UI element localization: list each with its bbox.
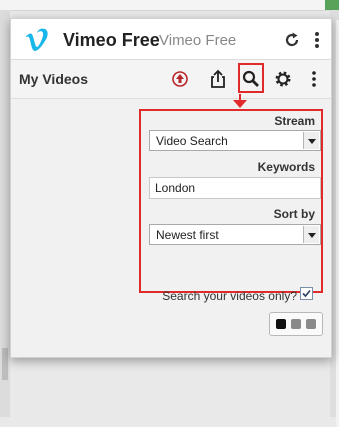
scroll-marker	[2, 348, 8, 380]
upload-circle-icon[interactable]	[167, 66, 193, 92]
keywords-label: Keywords	[257, 160, 315, 174]
title-bar: Vimeo Free Vimeo Free	[11, 19, 331, 60]
share-icon[interactable]	[205, 66, 231, 92]
theme-swatch-gray[interactable]	[306, 319, 316, 329]
app-subtitle: Vimeo Free	[159, 32, 237, 49]
sort-label: Sort by	[273, 207, 315, 221]
section-title: My Videos	[19, 71, 88, 87]
vimeo-logo-icon	[26, 28, 48, 51]
search-form: Stream Video Search Keywords Sort by New…	[139, 109, 323, 303]
search-icon[interactable]	[238, 63, 264, 93]
vertical-dots-icon[interactable]	[307, 30, 327, 50]
theme-swatch-dark[interactable]	[276, 319, 286, 329]
theme-switcher[interactable]	[269, 312, 323, 336]
chevron-down-icon	[303, 226, 319, 243]
stream-select[interactable]: Video Search	[149, 130, 321, 151]
gear-icon[interactable]	[270, 66, 296, 92]
stream-label: Stream	[274, 114, 315, 128]
sort-select[interactable]: Newest first	[149, 224, 321, 245]
reload-icon[interactable]	[282, 30, 302, 50]
browser-status-indicator	[325, 0, 339, 10]
app-name: Vimeo Free	[63, 30, 160, 50]
checkmark-icon	[302, 289, 311, 298]
annotation-arrow-head	[233, 100, 247, 108]
chevron-down-icon	[303, 132, 319, 149]
toolbar: My Videos	[11, 60, 331, 99]
own-videos-checkbox[interactable]	[300, 287, 313, 300]
theme-swatch-gray[interactable]	[291, 319, 301, 329]
vertical-dots-icon[interactable]	[301, 66, 327, 92]
browser-top-bar	[0, 0, 339, 11]
browser-left-edge	[0, 10, 10, 417]
own-videos-label: Search your videos only?	[162, 289, 297, 303]
keywords-input[interactable]	[149, 177, 321, 199]
extension-popup: Vimeo Free Vimeo Free My Videos Stream V…	[10, 18, 332, 358]
